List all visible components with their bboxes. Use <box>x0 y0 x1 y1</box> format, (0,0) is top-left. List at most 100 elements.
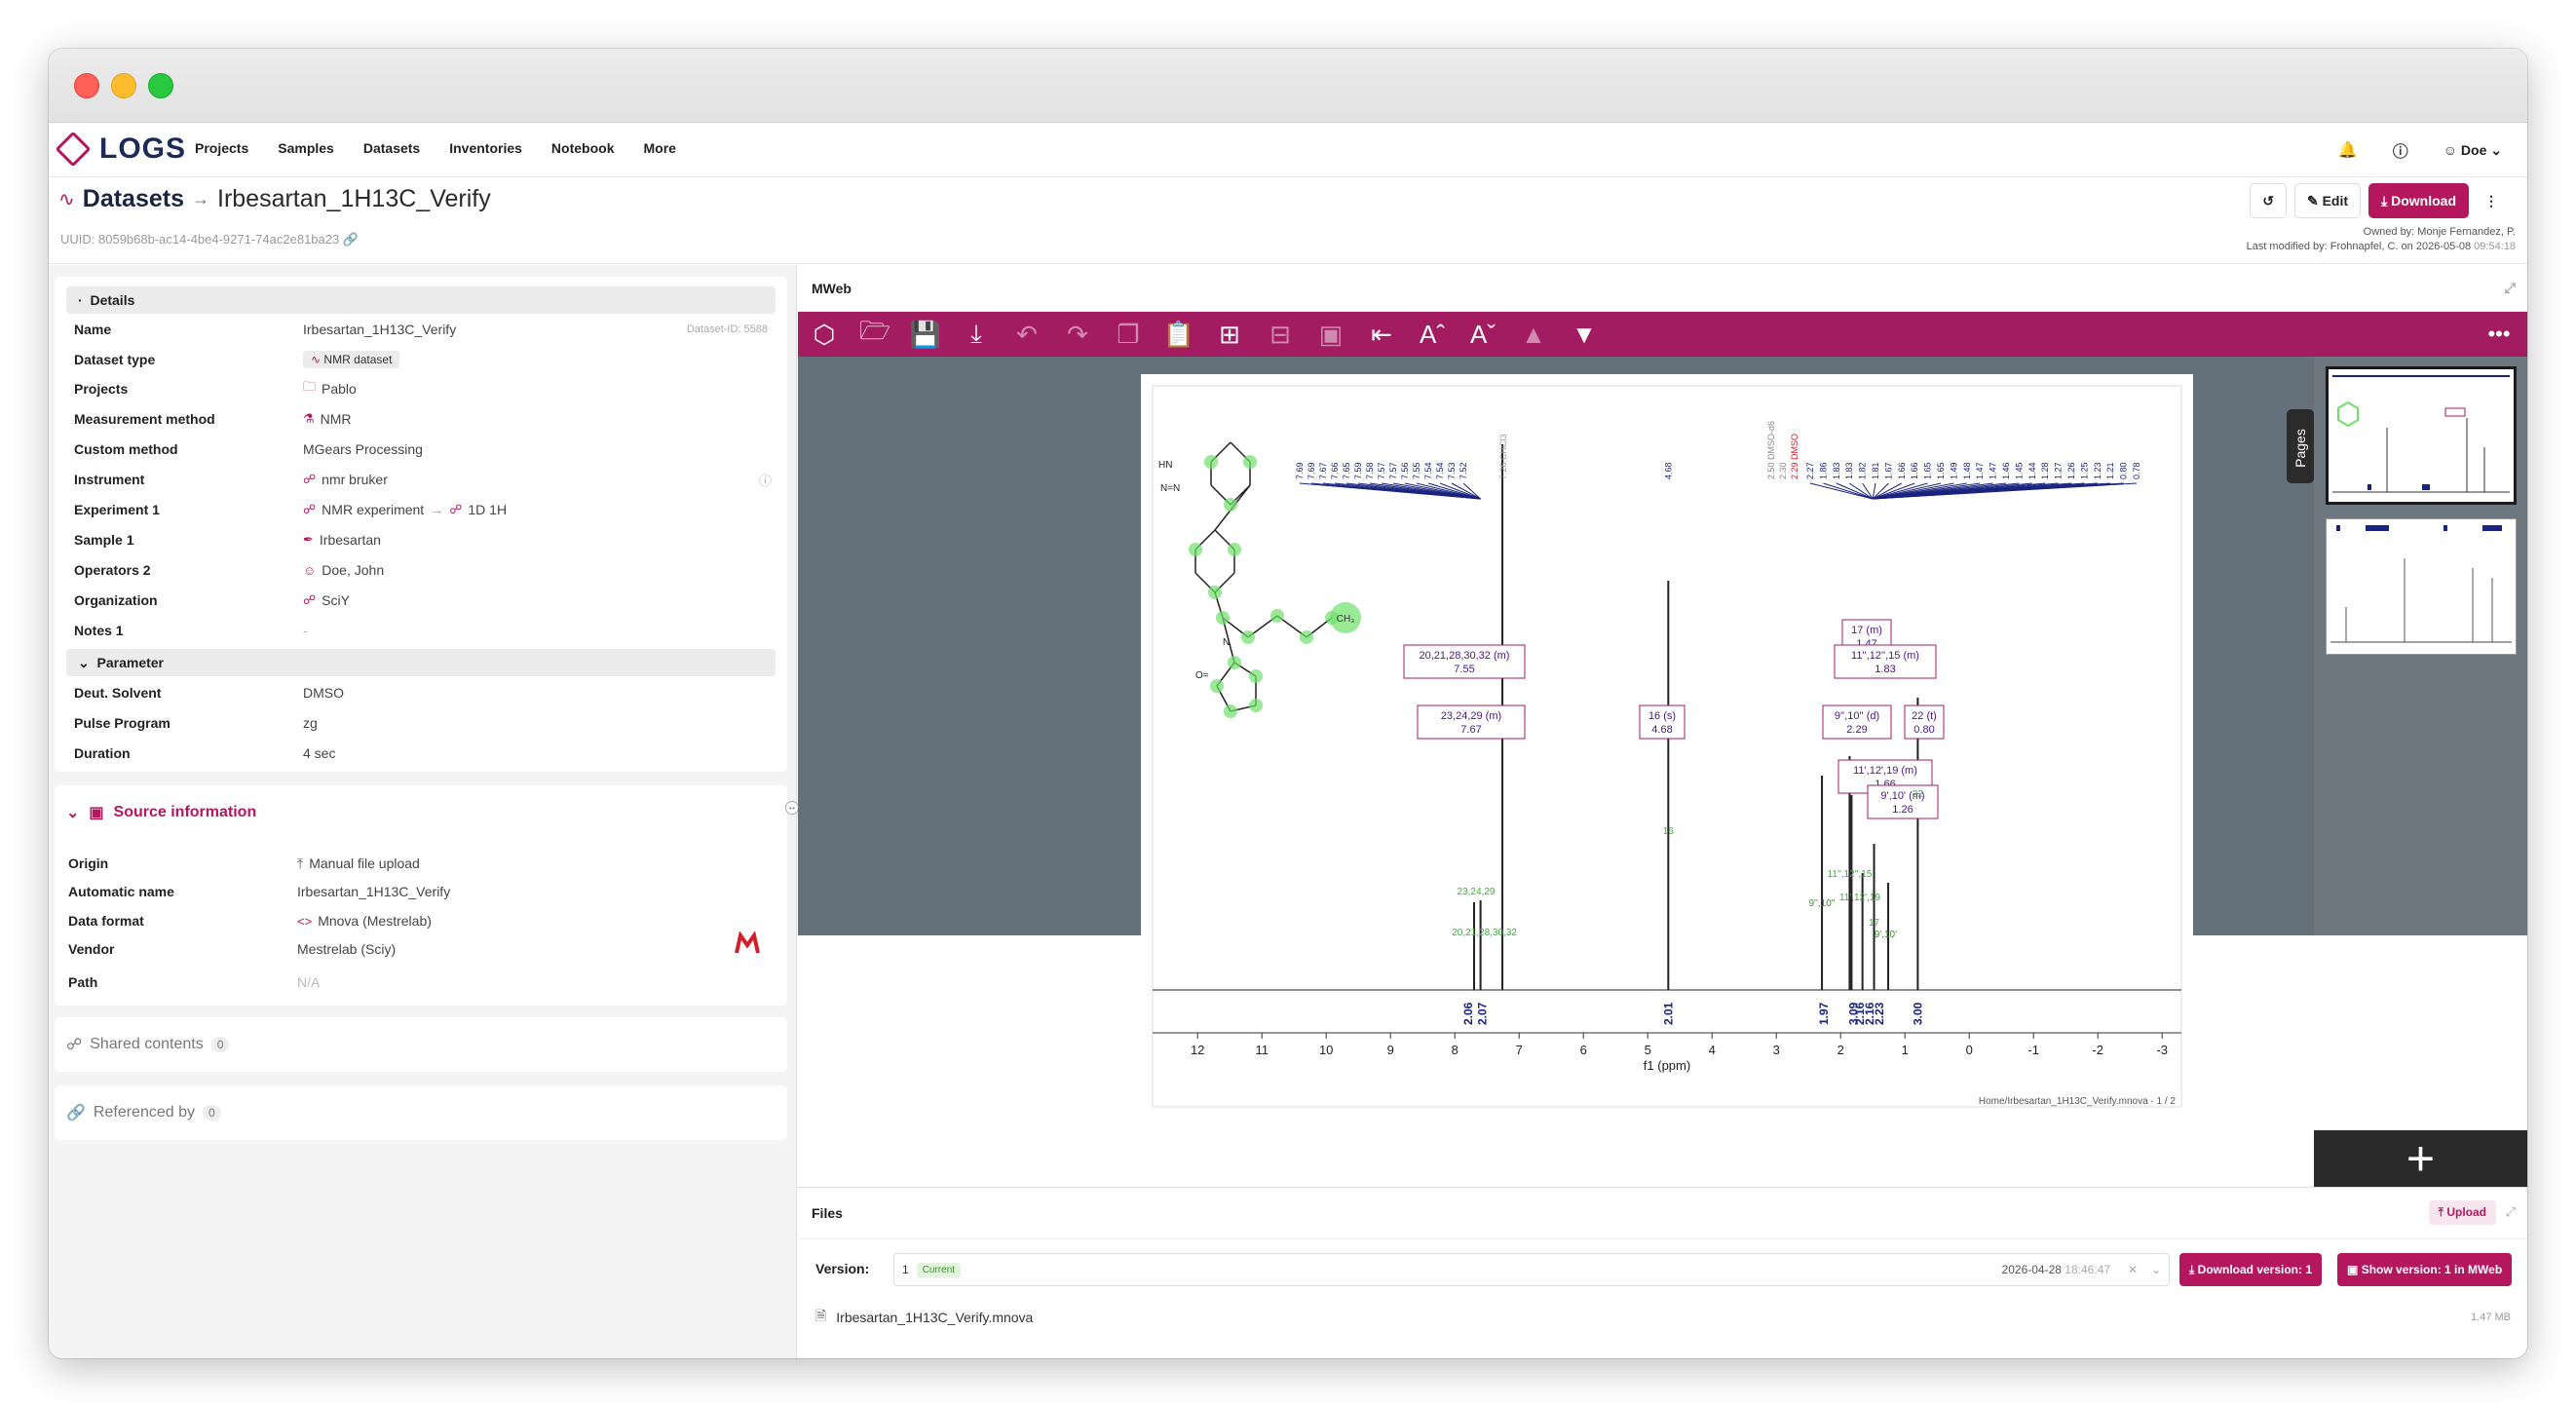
download-icon: ⤓ <box>2381 192 2388 209</box>
chevron-down-icon[interactable]: ⌄ <box>2151 1263 2161 1276</box>
source-section-header[interactable]: ⌄ ▣ Source information <box>66 803 256 822</box>
more-icon[interactable]: ••• <box>2479 318 2519 351</box>
referenced-by-card[interactable]: 🔗 Referenced by 0 <box>55 1085 787 1140</box>
fit-width-icon[interactable]: ⇤ <box>1361 318 1402 351</box>
history-button[interactable]: ↺ <box>2250 183 2287 218</box>
dmso-label: 2.50 DMSO-d6 <box>1766 421 1776 479</box>
chevron-down-icon: ⌄ <box>2490 141 2502 158</box>
nav-more[interactable]: More <box>643 140 675 156</box>
header-actions: ↺ ✎ Edit ⤓ Download ⋮ <box>2250 183 2506 218</box>
nav-inventories[interactable]: Inventories <box>449 140 522 156</box>
zoom-out-icon[interactable]: ⊟ <box>1260 318 1301 351</box>
code-icon: <> <box>297 913 313 929</box>
instrument-icon: ☍ <box>303 472 317 486</box>
user-name: Doe <box>2460 141 2487 158</box>
atom-highlight <box>1208 586 1222 599</box>
pages-tab[interactable]: Pages <box>2287 409 2314 483</box>
integral-value: 2.23 <box>1873 1002 1886 1025</box>
upload-button[interactable]: ⤒ Upload <box>2428 1200 2496 1225</box>
page-up-icon[interactable]: ▲ <box>1513 318 1554 351</box>
nav-notebook[interactable]: Notebook <box>551 140 615 156</box>
dmso-label: 2.29 DMSO <box>1790 434 1799 479</box>
show-version-button[interactable]: ▣ Show version: 1 in MWeb <box>2337 1253 2513 1286</box>
file-name[interactable]: Irbesartan_1H13C_Verify.mnova <box>836 1310 1033 1325</box>
page-thumbnail-1[interactable] <box>2326 366 2517 505</box>
edit-button[interactable]: ✎ Edit <box>2293 183 2362 218</box>
source-row: Origin ⤒ Manual file upload <box>68 855 420 872</box>
download-icon[interactable]: ⤓ <box>956 318 997 351</box>
minimize-window-button[interactable] <box>111 73 136 98</box>
link-icon[interactable]: 🔗 <box>343 232 359 247</box>
increase-font-icon[interactable]: Aˆ <box>1412 318 1453 351</box>
nav-datasets[interactable]: Datasets <box>363 140 420 156</box>
referenced-by-header[interactable]: 🔗 Referenced by 0 <box>66 1103 221 1122</box>
zoom-in-icon[interactable]: ⊞ <box>1209 318 1250 351</box>
shared-contents-header[interactable]: ☍ Shared contents 0 <box>66 1035 230 1054</box>
nav-projects[interactable]: Projects <box>195 140 248 156</box>
bell-icon[interactable]: 🔔 <box>2338 140 2358 160</box>
peak-assignment-tag: 9',10' <box>1875 930 1897 940</box>
resize-handle[interactable]: ↔ <box>785 801 799 815</box>
peak-shift-label: 1.44 <box>2027 462 2037 479</box>
page-down-icon[interactable]: ▼ <box>1564 318 1605 351</box>
more-actions-button[interactable]: ⋮ <box>2477 183 2506 218</box>
logs-logo[interactable]: LOGS <box>55 131 186 168</box>
user-menu[interactable]: ☺ Doe ⌄ <box>2443 142 2502 159</box>
info-icon[interactable]: ⓘ <box>759 471 772 489</box>
x-tick-label: 8 <box>1452 1043 1458 1057</box>
close-window-button[interactable] <box>74 73 99 98</box>
logo-mark-icon <box>55 131 92 168</box>
peak-shift-label: 7.55 <box>1412 462 1421 479</box>
mnova-logo-icon[interactable]: ⬡ <box>804 318 845 351</box>
multiplet-shift: 2.29 <box>1846 724 1867 736</box>
detail-row: Projects 🗀 Pablo <box>74 377 776 400</box>
app-navbar: LOGS Projects Samples Datasets Inventori… <box>49 123 2527 177</box>
open-folder-icon[interactable]: 🗁 <box>854 316 895 351</box>
dataset-pulse-icon: ∿ <box>58 189 75 210</box>
atom-highlight <box>1224 498 1237 512</box>
fit-icon[interactable]: ▣ <box>1310 318 1351 351</box>
peak-shift-label: 7.69 <box>1307 462 1316 479</box>
download-button[interactable]: ⤓ Download <box>2368 183 2469 218</box>
breadcrumb-datasets[interactable]: Datasets <box>83 185 184 213</box>
peak-shift-label: 1.66 <box>1897 462 1907 479</box>
peak-assignment-tag: 11'',12'',15 <box>1828 869 1873 880</box>
peak-shift-label: 1.49 <box>1949 462 1958 479</box>
peak-shift-label: 1.25 <box>2079 462 2089 479</box>
clear-icon[interactable]: ✕ <box>2128 1263 2138 1276</box>
help-icon[interactable]: ⓘ <box>2393 138 2408 162</box>
zoom-window-button[interactable] <box>148 73 173 98</box>
source-row: Vendor Mestrelab (Sciy) <box>68 941 397 957</box>
download-version-button[interactable]: ⤓ Download version: 1 <box>2179 1253 2323 1286</box>
peak-shift-label: 0.78 <box>2132 462 2141 479</box>
pages-label: Pages <box>2292 429 2308 468</box>
atom-highlight <box>1216 611 1230 625</box>
history-icon: ↺ <box>2262 192 2274 209</box>
details-card: · Details Dataset-ID: 5588 Name Irbesarta… <box>55 277 787 772</box>
shared-contents-card[interactable]: ☍ Shared contents 0 <box>55 1017 787 1072</box>
undo-icon[interactable]: ↶ <box>1006 318 1047 351</box>
parameter-section-header[interactable]: ⌄ Parameter <box>66 649 776 676</box>
referenced-count: 0 <box>202 1105 221 1121</box>
decrease-font-icon[interactable]: Aˇ <box>1462 318 1503 351</box>
expand-icon[interactable]: ⤢ <box>2505 280 2516 296</box>
copy-icon[interactable]: ❐ <box>1108 318 1149 351</box>
save-icon[interactable]: 💾 <box>905 318 946 351</box>
details-section-header[interactable]: · Details <box>66 286 776 314</box>
file-row[interactable]: 🗎 Irbesartan_1H13C_Verify.mnova 1.47 MB <box>815 1306 2511 1329</box>
redo-icon[interactable]: ↷ <box>1057 318 1098 351</box>
peak-shift-label: 2.27 <box>1805 462 1815 479</box>
shared-count: 0 <box>210 1037 230 1052</box>
peak-shift-label: 7.66 <box>1330 462 1340 479</box>
peak-assignment-tag: 17 <box>1869 918 1880 929</box>
detail-row: Name Irbesartan_1H13C_Verify <box>74 322 457 337</box>
expand-icon[interactable]: ⤢ <box>2506 1204 2516 1220</box>
mestrelab-logo-icon <box>733 931 762 957</box>
nav-samples[interactable]: Samples <box>278 140 334 156</box>
spectrum-viewer[interactable]: 12 11 10 9 8 7 6 5 4 3 2 1 0 -1 -2 -3 f1 (ppm) 7.69 7.69 7.… <box>798 357 2527 1113</box>
page-thumbnail-2[interactable] <box>2326 518 2517 655</box>
chevron-down-icon: ⌄ <box>78 654 97 670</box>
add-page-button[interactable]: + <box>2314 1130 2527 1187</box>
version-select[interactable]: 1 Current 2026-04-28 18:46:47 ✕ ⌄ <box>893 1253 2170 1286</box>
paste-icon[interactable]: 📋 <box>1158 318 1199 351</box>
